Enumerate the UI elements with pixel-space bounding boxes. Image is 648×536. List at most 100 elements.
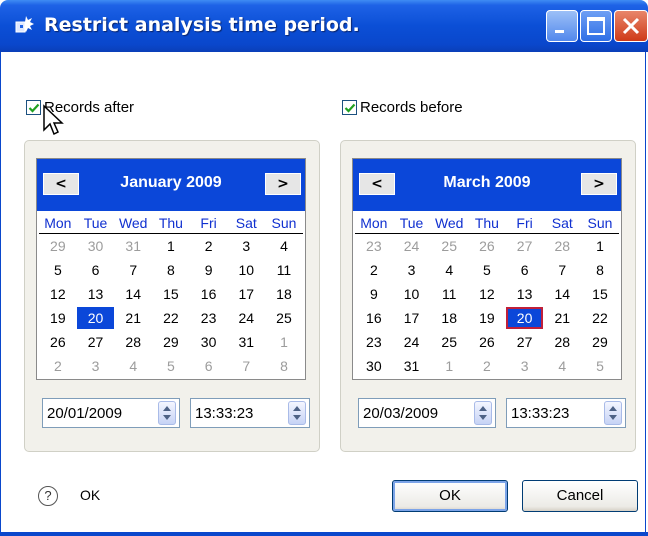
day-cell[interactable]: 7	[114, 259, 152, 281]
before-date-value[interactable]: 20/03/2009	[359, 405, 474, 422]
day-cell[interactable]: 31	[393, 355, 431, 377]
day-cell[interactable]: 25	[430, 331, 468, 353]
day-cell[interactable]: 3	[393, 259, 431, 281]
next-month-button[interactable]: >	[581, 173, 617, 195]
day-cell[interactable]: 5	[468, 259, 506, 281]
day-cell[interactable]: 16	[355, 307, 393, 329]
day-cell[interactable]: 3	[77, 355, 115, 377]
ok-button[interactable]: OK	[392, 480, 508, 512]
day-cell[interactable]: 15	[581, 283, 619, 305]
day-cell[interactable]: 2	[355, 259, 393, 281]
day-cell[interactable]: 19	[468, 307, 506, 329]
day-cell[interactable]: 11	[265, 259, 303, 281]
records-after-checkbox[interactable]	[26, 99, 41, 115]
day-cell[interactable]: 3	[227, 235, 265, 257]
prev-month-button[interactable]: <	[43, 173, 79, 195]
day-cell[interactable]: 1	[430, 355, 468, 377]
day-cell[interactable]: 1	[265, 331, 303, 353]
next-month-button[interactable]: >	[265, 173, 301, 195]
cancel-button[interactable]: Cancel	[522, 480, 638, 512]
day-cell[interactable]: 8	[152, 259, 190, 281]
day-cell[interactable]: 4	[265, 235, 303, 257]
day-cell[interactable]: 26	[468, 331, 506, 353]
day-cell[interactable]: 24	[227, 307, 265, 329]
day-cell[interactable]: 17	[227, 283, 265, 305]
day-cell[interactable]: 4	[430, 259, 468, 281]
before-date-field[interactable]: 20/03/2009	[358, 398, 496, 428]
day-cell[interactable]: 28	[543, 331, 581, 353]
after-time-spinner[interactable]	[288, 401, 306, 425]
day-cell[interactable]: 1	[581, 235, 619, 257]
day-cell[interactable]: 28	[543, 235, 581, 257]
day-cell[interactable]: 8	[265, 355, 303, 377]
title-bar[interactable]: Restrict analysis time period.	[0, 0, 648, 52]
selected-day-cell[interactable]: 20	[505, 307, 544, 329]
day-cell[interactable]: 30	[190, 331, 228, 353]
before-date-spinner[interactable]	[474, 401, 492, 425]
day-cell[interactable]: 29	[39, 235, 77, 257]
day-cell[interactable]: 14	[114, 283, 152, 305]
day-cell[interactable]: 26	[39, 331, 77, 353]
before-time-value[interactable]: 13:33:23	[507, 405, 604, 422]
day-cell[interactable]: 9	[355, 283, 393, 305]
day-cell[interactable]: 1	[152, 235, 190, 257]
day-cell[interactable]: 5	[152, 355, 190, 377]
maximize-button[interactable]	[580, 10, 612, 42]
day-cell[interactable]: 2	[468, 355, 506, 377]
day-cell[interactable]: 30	[77, 235, 115, 257]
selected-day-cell[interactable]: 20	[76, 307, 115, 329]
day-cell[interactable]: 22	[152, 307, 190, 329]
day-cell[interactable]: 27	[506, 235, 544, 257]
day-cell[interactable]: 31	[227, 331, 265, 353]
day-cell[interactable]: 13	[506, 283, 544, 305]
day-cell[interactable]: 4	[114, 355, 152, 377]
close-button[interactable]	[614, 10, 648, 42]
day-cell[interactable]: 28	[114, 331, 152, 353]
before-time-field[interactable]: 13:33:23	[506, 398, 626, 428]
day-cell[interactable]: 26	[468, 235, 506, 257]
day-cell[interactable]: 12	[468, 283, 506, 305]
day-cell[interactable]: 2	[190, 235, 228, 257]
prev-month-button[interactable]: <	[359, 173, 395, 195]
day-cell[interactable]: 6	[506, 259, 544, 281]
day-cell[interactable]: 7	[543, 259, 581, 281]
day-cell[interactable]: 29	[581, 331, 619, 353]
day-cell[interactable]: 24	[393, 331, 431, 353]
day-cell[interactable]: 6	[77, 259, 115, 281]
day-cell[interactable]: 5	[39, 259, 77, 281]
day-cell[interactable]: 23	[190, 307, 228, 329]
day-cell[interactable]: 19	[39, 307, 77, 329]
day-cell[interactable]: 8	[581, 259, 619, 281]
day-cell[interactable]: 7	[227, 355, 265, 377]
day-cell[interactable]: 9	[190, 259, 228, 281]
day-cell[interactable]: 29	[152, 331, 190, 353]
day-cell[interactable]: 18	[430, 307, 468, 329]
day-cell[interactable]: 31	[114, 235, 152, 257]
day-cell[interactable]: 27	[506, 331, 544, 353]
day-cell[interactable]: 10	[227, 259, 265, 281]
day-cell[interactable]: 18	[265, 283, 303, 305]
day-cell[interactable]: 16	[190, 283, 228, 305]
before-time-spinner[interactable]	[604, 401, 622, 425]
day-cell[interactable]: 17	[393, 307, 431, 329]
after-date-value[interactable]: 20/01/2009	[43, 405, 158, 422]
after-date-spinner[interactable]	[158, 401, 176, 425]
day-cell[interactable]: 10	[393, 283, 431, 305]
day-cell[interactable]: 13	[77, 283, 115, 305]
day-cell[interactable]: 22	[581, 307, 619, 329]
after-time-value[interactable]: 13:33:23	[191, 405, 288, 422]
after-date-field[interactable]: 20/01/2009	[42, 398, 180, 428]
help-icon[interactable]: ?	[38, 486, 58, 506]
after-time-field[interactable]: 13:33:23	[190, 398, 310, 428]
day-cell[interactable]: 23	[355, 331, 393, 353]
day-cell[interactable]: 2	[39, 355, 77, 377]
day-cell[interactable]: 30	[355, 355, 393, 377]
day-cell[interactable]: 11	[430, 283, 468, 305]
day-cell[interactable]: 23	[355, 235, 393, 257]
day-cell[interactable]: 5	[581, 355, 619, 377]
records-before-checkbox[interactable]	[342, 99, 357, 115]
day-cell[interactable]: 21	[543, 307, 581, 329]
records-before-row[interactable]: Records before	[342, 96, 463, 118]
minimize-button[interactable]	[546, 10, 578, 42]
day-cell[interactable]: 21	[114, 307, 152, 329]
